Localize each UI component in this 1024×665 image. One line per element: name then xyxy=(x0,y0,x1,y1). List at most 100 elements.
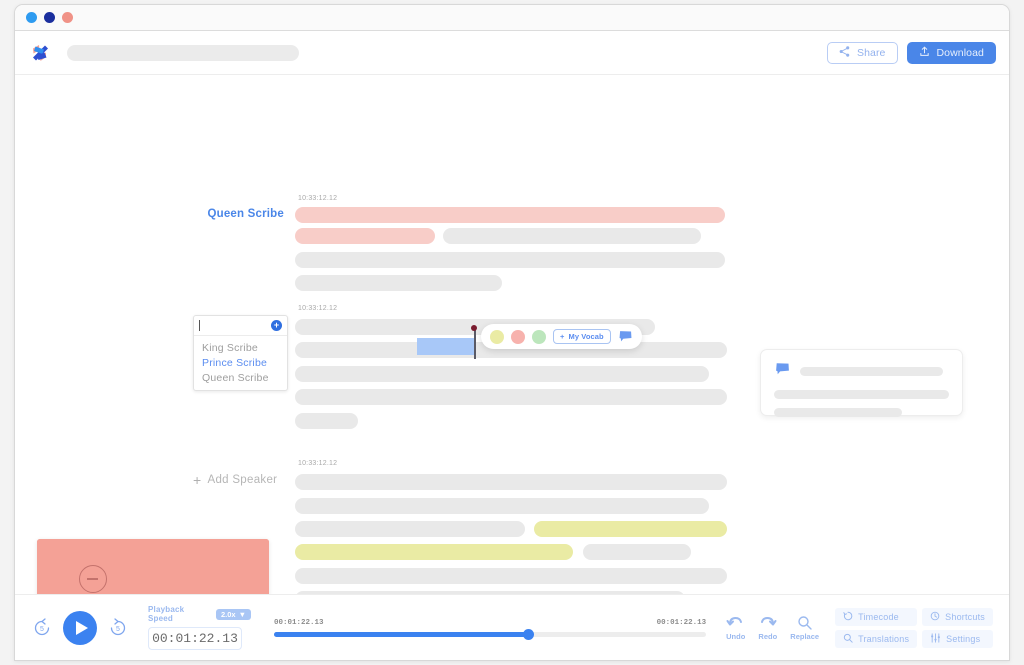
shortcuts-button[interactable]: Shortcuts xyxy=(922,607,993,626)
speaker-select-dropdown[interactable]: + King Scribe Prince Scribe Queen Scribe xyxy=(193,315,288,391)
upload-icon xyxy=(919,45,930,60)
minimize-video-button[interactable] xyxy=(79,565,107,593)
timestamp: 10:33:12.12 xyxy=(298,460,338,467)
transcript-line[interactable] xyxy=(295,207,725,223)
scrubber-progress xyxy=(274,631,529,637)
document-title-placeholder[interactable] xyxy=(67,44,299,61)
transcript-line[interactable] xyxy=(295,498,709,514)
window-button-three[interactable] xyxy=(62,12,73,23)
add-speaker-label: Add Speaker xyxy=(207,474,278,486)
transcript-line[interactable] xyxy=(295,568,727,584)
app-window: Share Download 10:33:12.12 Queen Scribe … xyxy=(14,4,1010,661)
speaker-option-queen-scribe[interactable]: Queen Scribe xyxy=(194,370,287,385)
comment-bubble-icon xyxy=(774,362,791,381)
my-vocab-label: My Vocab xyxy=(568,332,604,341)
window-button-two[interactable] xyxy=(44,12,55,23)
player-toolbar: 5 5 Playback Speed 2.0x ▼ 00:01:22.13 00… xyxy=(15,594,1009,660)
transcript-line[interactable] xyxy=(295,366,709,382)
play-icon xyxy=(76,620,88,635)
transcript-line-highlighted[interactable] xyxy=(295,544,573,560)
highlight-yellow-swatch[interactable] xyxy=(490,329,504,344)
play-button[interactable] xyxy=(63,610,97,645)
translations-button[interactable]: Translations xyxy=(835,629,918,648)
chevron-down-icon: ▼ xyxy=(238,609,246,619)
timecode-icon xyxy=(843,611,853,623)
transcript-line[interactable] xyxy=(583,544,691,560)
replace-button[interactable]: Replace xyxy=(790,615,819,641)
plus-icon: + xyxy=(560,332,565,341)
scrubber-track[interactable] xyxy=(274,628,707,640)
undo-button[interactable]: Undo xyxy=(726,615,745,641)
share-button[interactable]: Share xyxy=(826,41,898,64)
playback-speed-block: Playback Speed 2.0x ▼ 00:01:22.13 xyxy=(148,605,251,650)
clock-icon xyxy=(930,611,940,623)
redo-label: Redo xyxy=(758,631,778,641)
comment-bubble-icon[interactable] xyxy=(618,330,633,343)
download-button-label: Download xyxy=(936,46,984,59)
app-logo-icon[interactable] xyxy=(26,39,54,67)
share-button-label: Share xyxy=(856,46,886,59)
translations-label: Translations xyxy=(858,633,910,644)
playback-speed-select[interactable]: 2.0x ▼ xyxy=(215,608,251,620)
replace-label: Replace xyxy=(790,631,820,641)
speaker-option-prince-scribe[interactable]: Prince Scribe xyxy=(194,355,287,370)
download-button[interactable]: Download xyxy=(906,41,996,64)
transcript-canvas: 10:33:12.12 Queen Scribe 10:33:12.12 + M… xyxy=(15,75,1009,660)
add-speaker-confirm-button[interactable]: + xyxy=(271,320,282,331)
transcript-line[interactable] xyxy=(295,228,435,244)
scrubber-handle[interactable] xyxy=(523,628,535,640)
svg-text:5: 5 xyxy=(116,626,120,633)
speaker-name-input[interactable]: + xyxy=(194,316,287,336)
edit-tools: Undo Redo Replace xyxy=(726,615,819,641)
sliders-icon xyxy=(930,632,941,645)
highlight-green-swatch[interactable] xyxy=(532,329,546,344)
timestamp: 10:33:12.12 xyxy=(298,195,338,202)
scrubber-end-time: 00:01:22.13 xyxy=(656,618,707,627)
transcript-line[interactable] xyxy=(443,228,701,244)
add-speaker-button[interactable]: + Add Speaker xyxy=(193,473,277,487)
redo-button[interactable]: Redo xyxy=(758,615,777,641)
shortcuts-label: Shortcuts xyxy=(945,611,985,622)
scrubber-times: 00:01:22.13 00:01:22.13 xyxy=(274,619,706,627)
window-button-one[interactable] xyxy=(26,12,37,23)
comment-card[interactable] xyxy=(760,349,963,417)
current-timecode-field[interactable]: 00:01:22.13 xyxy=(148,627,242,650)
text-selection-highlight[interactable] xyxy=(417,338,475,355)
rewind-5s-icon[interactable]: 5 xyxy=(31,617,53,639)
window-titlebar xyxy=(15,5,1009,31)
transcript-line-highlighted[interactable] xyxy=(534,521,727,537)
scrubber-start-time: 00:01:22.13 xyxy=(274,618,324,627)
svg-text:5: 5 xyxy=(40,626,44,633)
transcript-line[interactable] xyxy=(295,413,358,429)
forward-5s-icon[interactable]: 5 xyxy=(107,617,129,639)
cursor-handle[interactable] xyxy=(471,325,477,331)
share-icon xyxy=(839,45,850,60)
formatting-toolbar: + My Vocab xyxy=(481,324,642,349)
text-cursor xyxy=(474,327,476,359)
playback-speed-row: Playback Speed 2.0x ▼ xyxy=(148,605,251,623)
comment-text-line xyxy=(774,408,902,417)
comment-text-line xyxy=(774,390,949,399)
transcript-line[interactable] xyxy=(295,252,725,268)
scrubber: 00:01:22.13 00:01:22.13 xyxy=(274,619,707,640)
comment-text-line xyxy=(800,367,943,376)
speaker-label-queen-scribe[interactable]: Queen Scribe xyxy=(135,208,284,220)
comment-card-header xyxy=(774,362,949,381)
playback-speed-value: 2.0x xyxy=(220,609,236,619)
timecode-label: Timecode xyxy=(858,611,899,622)
speaker-option-king-scribe[interactable]: King Scribe xyxy=(194,340,287,355)
settings-button[interactable]: Settings xyxy=(922,629,993,648)
playback-speed-label: Playback Speed xyxy=(148,605,185,623)
timecode-button[interactable]: Timecode xyxy=(835,607,918,626)
transcript-line[interactable] xyxy=(295,275,502,291)
speaker-option-list: King Scribe Prince Scribe Queen Scribe xyxy=(194,336,287,390)
highlight-pink-swatch[interactable] xyxy=(511,329,525,344)
settings-label: Settings xyxy=(946,633,981,644)
transcript-line[interactable] xyxy=(295,389,727,405)
timestamp: 10:33:12.12 xyxy=(298,305,338,312)
plus-icon: + xyxy=(193,472,202,488)
transcript-line[interactable] xyxy=(295,521,525,537)
add-to-my-vocab-button[interactable]: + My Vocab xyxy=(553,329,611,344)
transcript-line[interactable] xyxy=(295,474,727,490)
app-header: Share Download xyxy=(15,31,1009,75)
